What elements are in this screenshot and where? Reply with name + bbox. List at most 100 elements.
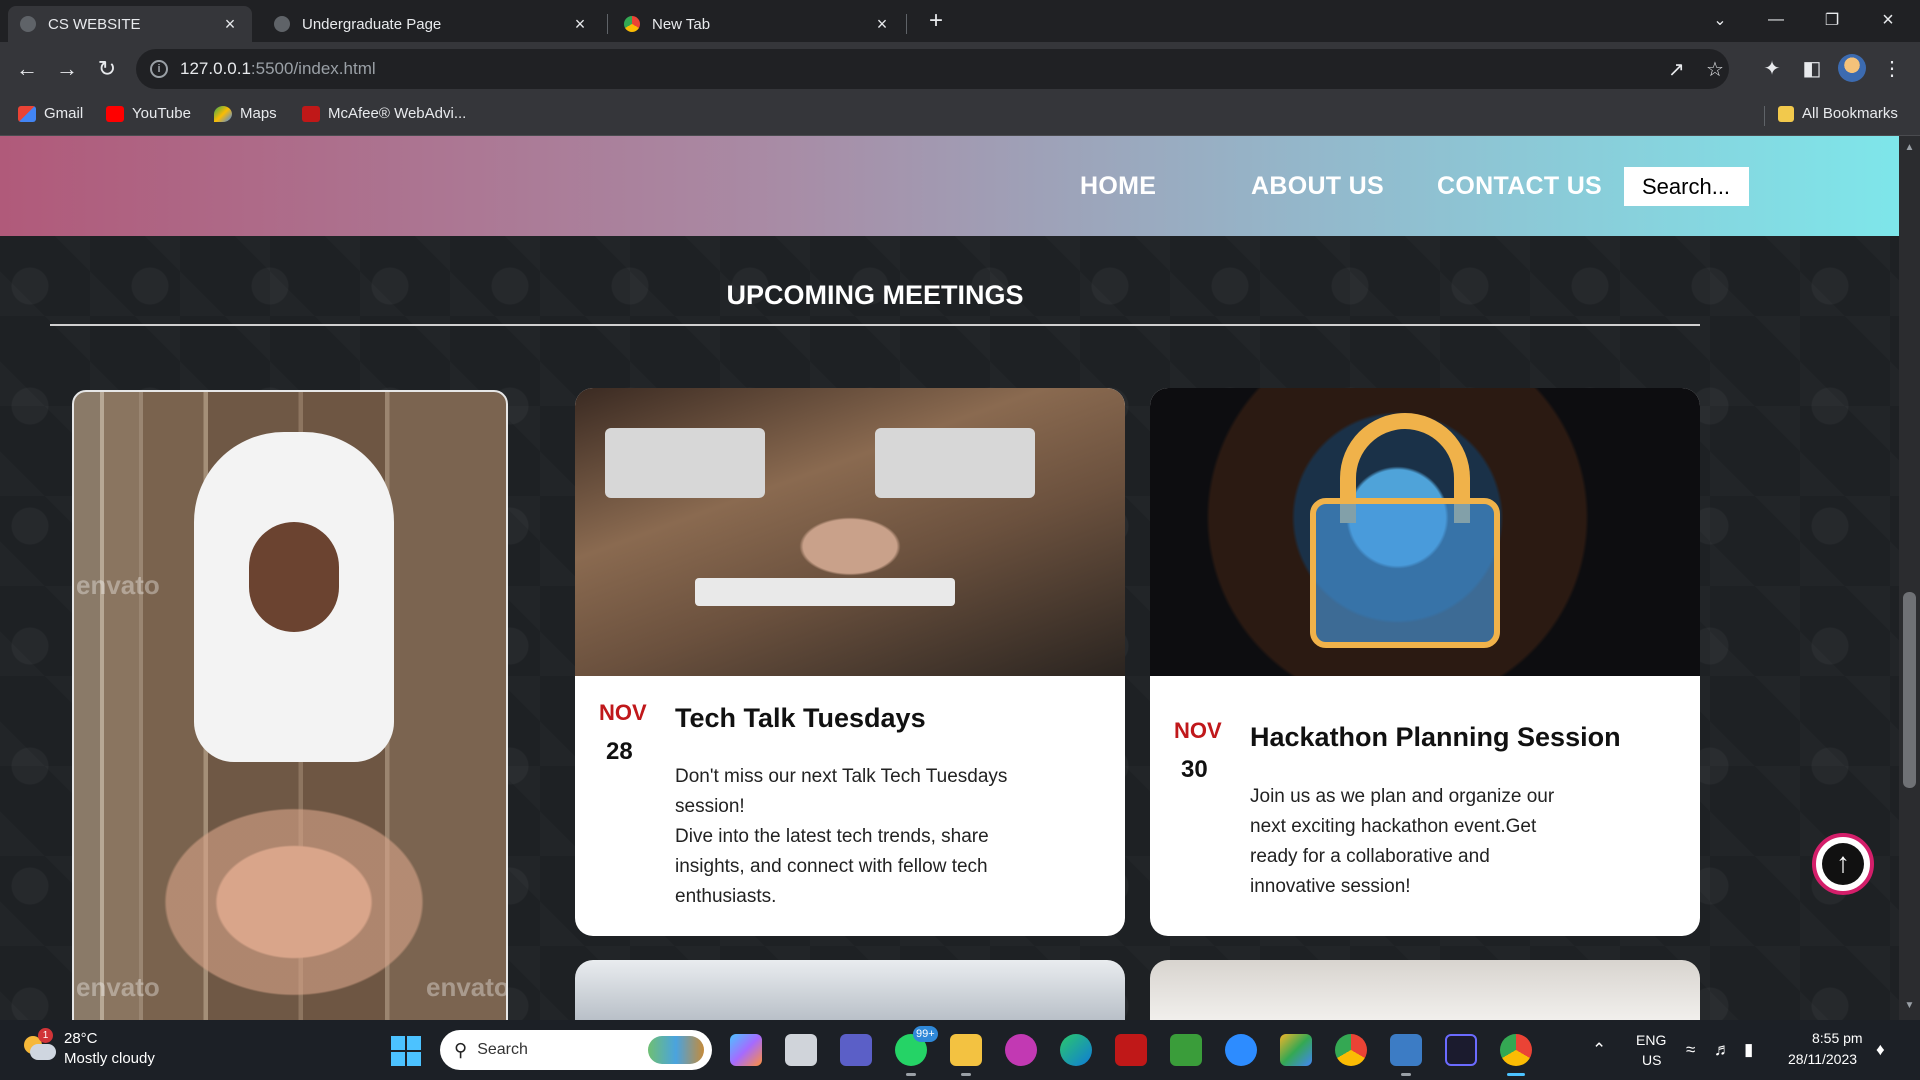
maps-icon bbox=[214, 105, 232, 122]
intellij-icon[interactable] bbox=[1445, 1034, 1477, 1066]
meeting-image-padlock bbox=[1150, 388, 1700, 676]
scroll-down-arrow-icon[interactable]: ▼ bbox=[1899, 1000, 1920, 1011]
description-line: innovative session! bbox=[1250, 876, 1411, 897]
bookmark-label: YouTube bbox=[132, 105, 191, 122]
nav-contact-link[interactable]: CONTACT US bbox=[1437, 172, 1602, 201]
description-line: enthusiasts. bbox=[675, 886, 777, 907]
bookmark-maps[interactable]: Maps bbox=[214, 105, 277, 122]
zoom-icon[interactable] bbox=[1225, 1034, 1257, 1066]
window-close-icon[interactable]: × bbox=[1860, 0, 1916, 40]
bookmark-gmail[interactable]: Gmail bbox=[18, 105, 83, 122]
meeting-month: NOV bbox=[599, 700, 647, 725]
bookmark-youtube[interactable]: YouTube bbox=[106, 105, 191, 122]
taskbar-search[interactable]: ⚲ Search bbox=[440, 1030, 712, 1070]
address-bar[interactable]: i 127.0.0.1:5500/index.html ↗ ☆ bbox=[136, 49, 1729, 89]
meeting-card[interactable]: NOV 28 Tech Talk Tuesdays Don't miss our… bbox=[575, 388, 1125, 936]
site-info-icon[interactable]: i bbox=[150, 60, 168, 78]
nav-home-link[interactable]: HOME bbox=[1080, 172, 1156, 201]
chrome-icon[interactable] bbox=[1335, 1034, 1367, 1066]
meeting-title[interactable]: Hackathon Planning Session bbox=[1250, 722, 1621, 753]
volume-icon[interactable]: ♬ bbox=[1714, 1040, 1731, 1060]
meeting-description: Join us as we plan and organize our next… bbox=[1250, 782, 1554, 902]
task-view-icon[interactable] bbox=[785, 1034, 817, 1066]
meeting-card[interactable]: NOV 30 Hackathon Planning Session Join u… bbox=[1150, 388, 1700, 936]
reload-icon[interactable]: ↻ bbox=[90, 52, 124, 86]
weather-condition: Mostly cloudy bbox=[64, 1050, 155, 1067]
tab-search-chevron-icon[interactable]: ⌄ bbox=[1692, 0, 1748, 40]
scrollbar-thumb[interactable] bbox=[1903, 592, 1916, 788]
folder-icon bbox=[1778, 105, 1794, 122]
page-scrollbar[interactable]: ▲ ▼ bbox=[1899, 136, 1920, 1020]
tab-cs-website[interactable]: CS WEBSITE × bbox=[8, 6, 252, 42]
new-tab-button[interactable]: + bbox=[922, 8, 950, 36]
photo-figure-head bbox=[249, 522, 339, 632]
tab-close-icon[interactable]: × bbox=[220, 14, 240, 35]
input-language[interactable]: ENG bbox=[1636, 1032, 1666, 1048]
tab-title: CS WEBSITE bbox=[48, 15, 141, 33]
watermark: envato bbox=[76, 570, 160, 600]
tab-close-icon[interactable]: × bbox=[570, 14, 590, 35]
app-window-icon[interactable] bbox=[1390, 1034, 1422, 1076]
weather-icon[interactable]: 1 bbox=[22, 1028, 56, 1062]
nav-about-link[interactable]: ABOUT US bbox=[1251, 172, 1384, 201]
wifi-icon[interactable]: ≈ bbox=[1686, 1040, 1695, 1060]
mcafee-icon bbox=[302, 105, 320, 122]
meeting-title[interactable]: Tech Talk Tuesdays bbox=[675, 703, 926, 734]
clock-time[interactable]: 8:55 pm bbox=[1812, 1030, 1863, 1046]
tray-overflow-chevron-icon[interactable]: ⌃ bbox=[1592, 1040, 1606, 1060]
tab-close-icon[interactable]: × bbox=[872, 14, 892, 35]
site-header: HOME ABOUT US CONTACT US bbox=[0, 136, 1899, 236]
address-url: 127.0.0.1:5500/index.html bbox=[180, 59, 376, 79]
input-region[interactable]: US bbox=[1642, 1052, 1661, 1068]
file-explorer-icon[interactable] bbox=[950, 1034, 982, 1076]
scroll-to-top-button[interactable]: ↑ bbox=[1812, 833, 1874, 895]
back-arrow-icon[interactable]: ← bbox=[10, 52, 44, 86]
battery-icon[interactable]: ▮ bbox=[1744, 1040, 1753, 1060]
teams-icon[interactable] bbox=[840, 1034, 872, 1066]
bookmarks-bar: Gmail YouTube Maps McAfee® WebAdvi... Al… bbox=[0, 96, 1920, 136]
edge-icon[interactable] bbox=[1060, 1034, 1092, 1066]
bookmark-label: McAfee® WebAdvi... bbox=[328, 105, 467, 122]
scroll-up-arrow-icon[interactable]: ▲ bbox=[1899, 142, 1920, 153]
share-icon[interactable]: ↗ bbox=[1668, 57, 1685, 82]
meeting-day: 30 bbox=[1181, 756, 1208, 783]
site-search-input[interactable] bbox=[1624, 167, 1749, 206]
all-bookmarks-button[interactable]: All Bookmarks bbox=[1778, 105, 1898, 122]
windows-start-icon[interactable] bbox=[391, 1036, 421, 1066]
forward-arrow-icon[interactable]: → bbox=[50, 52, 84, 86]
bookmark-label: Maps bbox=[240, 105, 277, 122]
tab-title: New Tab bbox=[652, 15, 711, 33]
wps-office-icon[interactable] bbox=[1005, 1034, 1037, 1066]
tab-undergraduate-page[interactable]: Undergraduate Page × bbox=[262, 6, 602, 42]
tab-new-tab[interactable]: New Tab × bbox=[612, 6, 904, 42]
chrome-profile-icon[interactable] bbox=[1500, 1034, 1532, 1076]
meeting-day: 28 bbox=[606, 738, 633, 765]
whatsapp-icon[interactable]: 99+ bbox=[895, 1026, 938, 1076]
description-line: ready for a collaborative and bbox=[1250, 846, 1490, 867]
meeting-description: Don't miss our next Talk Tech Tuesdays s… bbox=[675, 762, 1007, 912]
side-panel-icon[interactable]: ◧ bbox=[1797, 54, 1827, 84]
meeting-card-graduation-image[interactable] bbox=[575, 960, 1125, 1020]
meeting-card-classroom-image[interactable] bbox=[1150, 960, 1700, 1020]
restore-icon[interactable]: ❐ bbox=[1804, 0, 1860, 40]
browser-toolbar: ← → ↻ i 127.0.0.1:5500/index.html ↗ ☆ ✦ … bbox=[0, 42, 1920, 96]
description-line: next exciting hackathon event.Get bbox=[1250, 816, 1537, 837]
globe-icon bbox=[20, 16, 36, 32]
padlock-body bbox=[1310, 498, 1500, 648]
clock-date[interactable]: 28/11/2023 bbox=[1788, 1051, 1857, 1067]
bookmark-mcafee[interactable]: McAfee® WebAdvi... bbox=[302, 105, 466, 122]
mcafee-icon[interactable] bbox=[1115, 1034, 1147, 1066]
search-highlight-image bbox=[648, 1036, 704, 1064]
minimize-icon[interactable]: — bbox=[1748, 0, 1804, 40]
notification-bell-icon[interactable]: ♦ bbox=[1876, 1040, 1885, 1060]
description-line: session! bbox=[675, 796, 745, 817]
menu-kebab-icon[interactable]: ⋮ bbox=[1877, 54, 1907, 84]
git-tool-icon[interactable] bbox=[1280, 1034, 1312, 1066]
copilot-icon[interactable] bbox=[730, 1034, 762, 1066]
section-divider bbox=[50, 324, 1700, 326]
url-path: :5500/index.html bbox=[250, 59, 376, 78]
profile-avatar[interactable] bbox=[1838, 54, 1866, 82]
extensions-puzzle-icon[interactable]: ✦ bbox=[1757, 54, 1787, 84]
node-icon[interactable] bbox=[1170, 1034, 1202, 1066]
bookmark-star-icon[interactable]: ☆ bbox=[1706, 57, 1724, 82]
